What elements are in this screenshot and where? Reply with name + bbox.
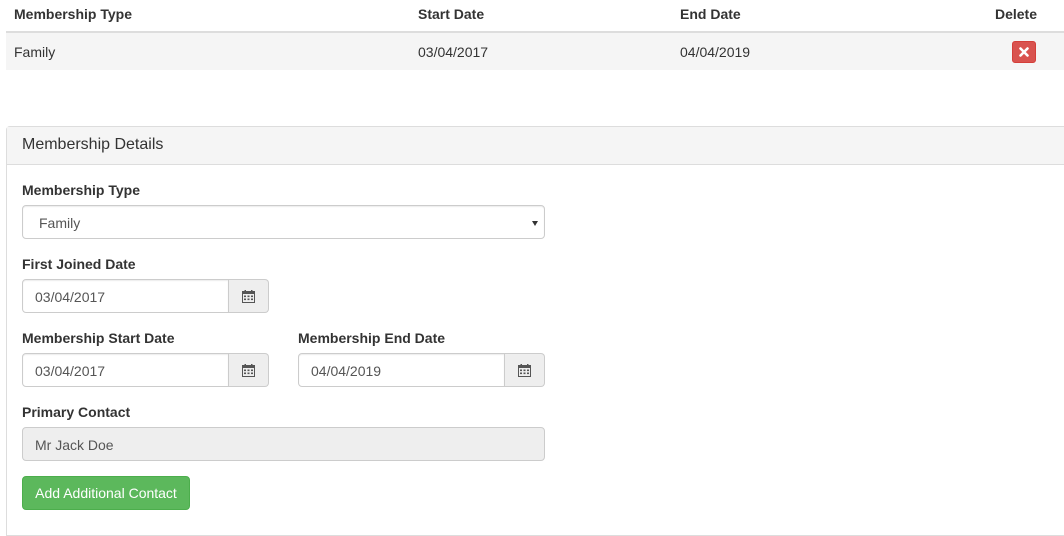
table-row: Family 03/04/2017 04/04/2019 [6, 33, 1064, 70]
header-delete: Delete [994, 6, 1037, 22]
membership-type-value: Family [39, 215, 81, 231]
header-membership-type: Membership Type [14, 6, 132, 22]
start-date-calendar-button[interactable] [229, 353, 269, 387]
calendar-icon [242, 364, 255, 377]
primary-contact-field: Mr Jack Doe [22, 427, 545, 461]
delete-row-button[interactable] [1012, 41, 1036, 63]
times-icon [1019, 47, 1029, 57]
cell-membership-type: Family [14, 44, 56, 60]
first-joined-date-calendar-button[interactable] [229, 279, 269, 313]
start-date-value: 03/04/2017 [35, 363, 106, 379]
first-joined-date-label: First Joined Date [22, 256, 136, 272]
memberships-table: Membership Type Start Date End Date Dele… [6, 0, 1064, 70]
end-date-calendar-button[interactable] [505, 353, 545, 387]
membership-type-select[interactable]: Family [22, 205, 545, 239]
membership-type-label: Membership Type [22, 182, 140, 198]
header-start-date: Start Date [418, 6, 485, 22]
calendar-icon [518, 364, 531, 377]
calendar-icon [242, 290, 255, 303]
start-date-label: Membership Start Date [22, 330, 175, 346]
panel-title: Membership Details [7, 127, 1064, 165]
first-joined-date-value: 03/04/2017 [35, 289, 106, 305]
end-date-value: 04/04/2019 [311, 363, 382, 379]
end-date-label: Membership End Date [298, 330, 446, 346]
start-date-input[interactable]: 03/04/2017 [22, 353, 229, 387]
chevron-down-icon [532, 221, 538, 226]
cell-end-date: 04/04/2019 [680, 44, 751, 60]
table-header: Membership Type Start Date End Date Dele… [6, 0, 1064, 33]
primary-contact-value: Mr Jack Doe [35, 437, 114, 453]
cell-start-date: 03/04/2017 [418, 44, 489, 60]
add-additional-contact-button[interactable]: Add Additional Contact [22, 476, 190, 510]
primary-contact-label: Primary Contact [22, 404, 131, 420]
first-joined-date-input[interactable]: 03/04/2017 [22, 279, 229, 313]
header-end-date: End Date [680, 6, 741, 22]
end-date-input[interactable]: 04/04/2019 [298, 353, 505, 387]
membership-details-panel: Membership Details Membership Type Famil… [6, 126, 1064, 536]
